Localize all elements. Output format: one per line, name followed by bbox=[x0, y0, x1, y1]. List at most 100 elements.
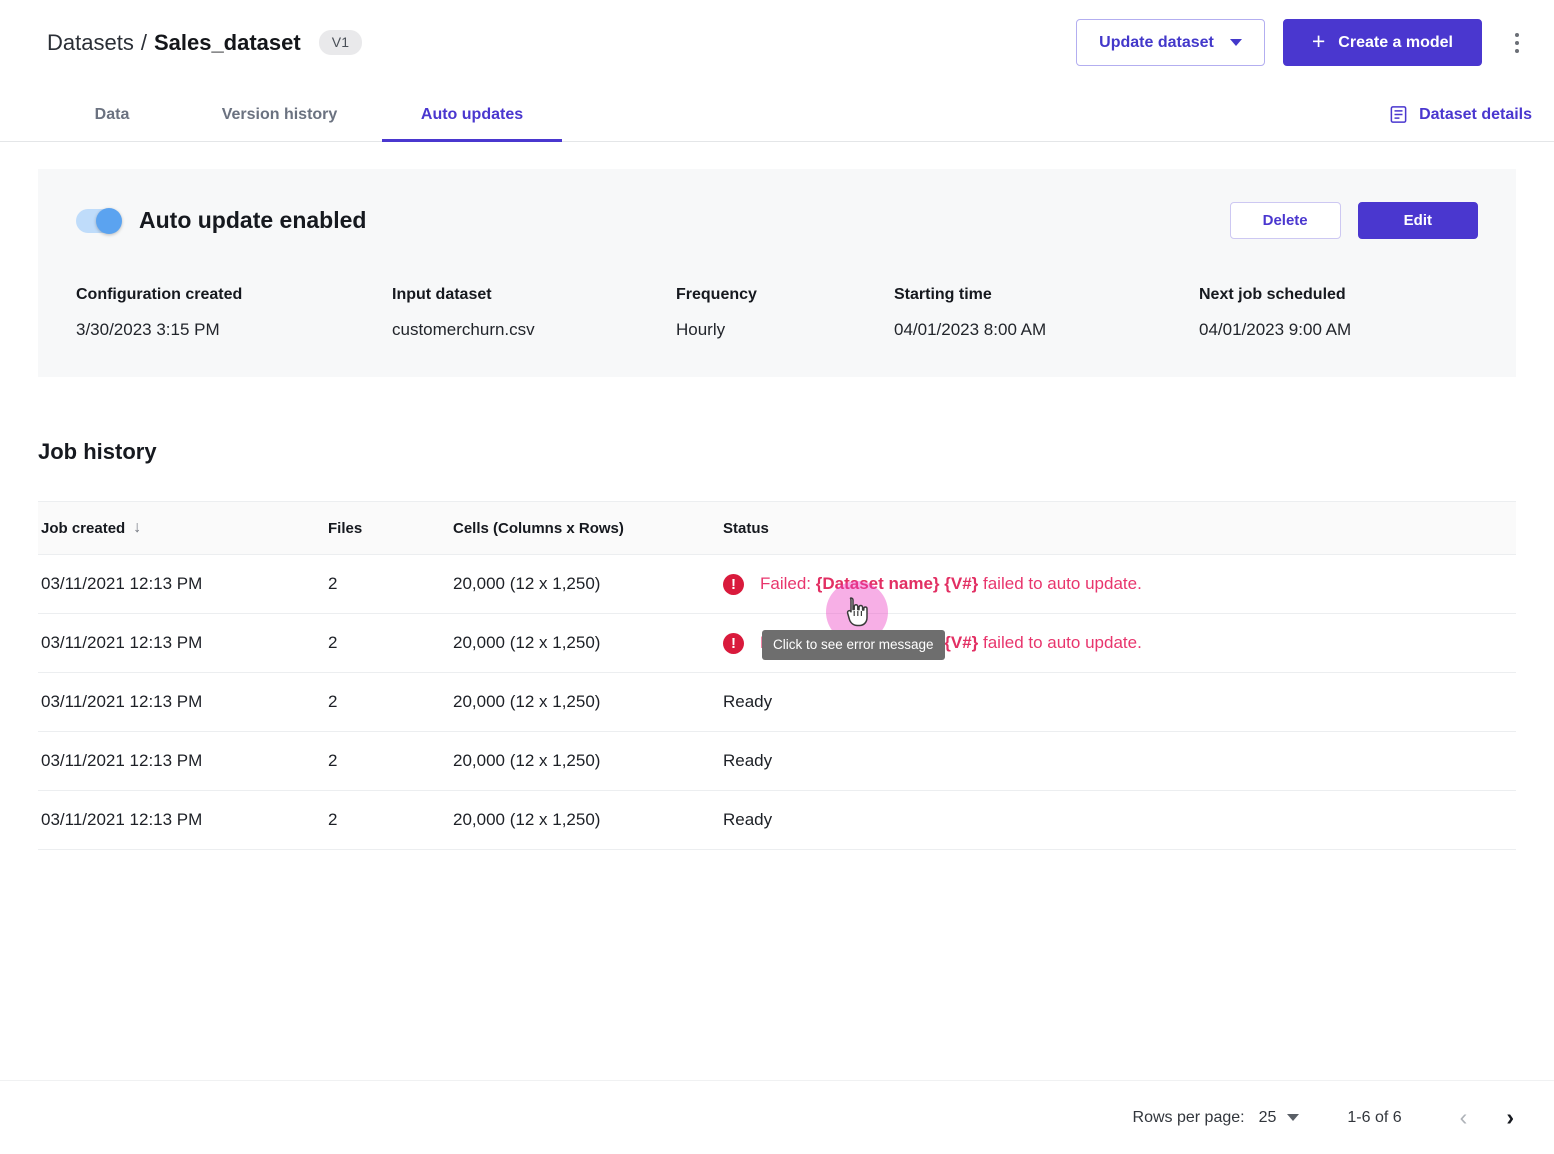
document-icon bbox=[1389, 105, 1408, 124]
cell-cells: 20,000 (12 x 1,250) bbox=[453, 751, 723, 771]
rows-per-page-value[interactable]: 25 bbox=[1259, 1109, 1277, 1127]
chevron-down-icon bbox=[1230, 39, 1242, 46]
kebab-menu-icon[interactable] bbox=[1502, 23, 1532, 63]
cell-files: 2 bbox=[328, 692, 453, 712]
status-prefix: Failed: bbox=[760, 633, 816, 652]
config-field-starting-time: Starting time 04/01/2023 8:00 AM bbox=[894, 286, 1199, 340]
config-field-label: Next job scheduled bbox=[1199, 286, 1478, 304]
pagination-footer: Rows per page: 25 1-6 of 6 ‹ › bbox=[0, 1080, 1554, 1154]
cell-cells: 20,000 (12 x 1,250) bbox=[453, 810, 723, 830]
kebab-dot bbox=[1515, 41, 1519, 45]
tab-auto-updates[interactable]: Auto updates bbox=[382, 106, 562, 141]
job-history-title: Job history bbox=[38, 439, 1516, 465]
cell-status: Ready bbox=[723, 692, 1516, 712]
table-row[interactable]: 03/11/2021 12:13 PM 2 20,000 (12 x 1,250… bbox=[38, 673, 1516, 732]
config-panel-header: Auto update enabled Delete Edit bbox=[76, 202, 1478, 239]
auto-update-toggle[interactable] bbox=[76, 209, 121, 233]
status-failed-link[interactable]: ! Failed: {Dataset name} {V#} failed to … bbox=[723, 633, 1516, 654]
table-row[interactable]: 03/11/2021 12:13 PM 2 20,000 (12 x 1,250… bbox=[38, 732, 1516, 791]
pagination-range-label: 1-6 of 6 bbox=[1347, 1109, 1401, 1127]
previous-page-button[interactable]: ‹ bbox=[1460, 1106, 1468, 1129]
cell-job-created: 03/11/2021 12:13 PM bbox=[38, 810, 328, 830]
config-field-frequency: Frequency Hourly bbox=[676, 286, 894, 340]
config-field-label: Frequency bbox=[676, 286, 894, 304]
kebab-dot bbox=[1515, 49, 1519, 53]
cell-job-created: 03/11/2021 12:13 PM bbox=[38, 692, 328, 712]
create-a-model-button[interactable]: + Create a model bbox=[1283, 19, 1482, 66]
dataset-details-label: Dataset details bbox=[1419, 106, 1532, 124]
version-badge: V1 bbox=[319, 30, 363, 55]
auto-update-status-title: Auto update enabled bbox=[139, 207, 366, 234]
error-icon: ! bbox=[723, 633, 744, 654]
rows-per-page-label: Rows per page: bbox=[1133, 1109, 1245, 1127]
cell-files: 2 bbox=[328, 574, 453, 594]
cell-status: ! Failed: {Dataset name} {V#} failed to … bbox=[723, 633, 1516, 654]
error-icon: ! bbox=[723, 574, 744, 595]
breadcrumb: Datasets / Sales_dataset V1 bbox=[47, 30, 362, 56]
cell-files: 2 bbox=[328, 810, 453, 830]
cell-cells: 20,000 (12 x 1,250) bbox=[453, 633, 723, 653]
status-dataset-token: {Dataset name} {V#} bbox=[816, 574, 979, 593]
status-suffix: failed to auto update. bbox=[978, 574, 1142, 593]
edit-button[interactable]: Edit bbox=[1358, 202, 1478, 239]
status-suffix: failed to auto update. bbox=[978, 633, 1142, 652]
breadcrumb-datasets-link[interactable]: Datasets bbox=[47, 30, 134, 56]
column-header-status: Status bbox=[723, 520, 1516, 537]
config-panel-actions: Delete Edit bbox=[1230, 202, 1478, 239]
kebab-dot bbox=[1515, 33, 1519, 37]
top-bar: Datasets / Sales_dataset V1 Update datas… bbox=[0, 0, 1554, 85]
tab-bar: Data Version history Auto updates Datase… bbox=[0, 85, 1554, 142]
tab-list: Data Version history Auto updates bbox=[47, 85, 562, 141]
config-field-label: Starting time bbox=[894, 286, 1199, 304]
cell-cells: 20,000 (12 x 1,250) bbox=[453, 692, 723, 712]
cell-job-created: 03/11/2021 12:13 PM bbox=[38, 633, 328, 653]
breadcrumb-current-dataset: Sales_dataset bbox=[154, 30, 301, 56]
config-field-input-dataset: Input dataset customerchurn.csv bbox=[392, 286, 676, 340]
create-a-model-label: Create a model bbox=[1338, 34, 1453, 52]
delete-button[interactable]: Delete bbox=[1230, 202, 1341, 239]
status-failed-text: Failed: {Dataset name} {V#} failed to au… bbox=[760, 633, 1142, 653]
sort-descending-icon: ↓ bbox=[133, 520, 141, 536]
next-page-button[interactable]: › bbox=[1506, 1106, 1514, 1129]
dataset-details-button[interactable]: Dataset details bbox=[1389, 105, 1532, 141]
update-dataset-button[interactable]: Update dataset bbox=[1076, 19, 1265, 66]
cell-status: Ready bbox=[723, 751, 1516, 771]
cell-files: 2 bbox=[328, 751, 453, 771]
column-header-files: Files bbox=[328, 520, 453, 537]
status-failed-link[interactable]: ! Failed: {Dataset name} {V#} failed to … bbox=[723, 574, 1516, 595]
cell-files: 2 bbox=[328, 633, 453, 653]
config-field-value: 04/01/2023 8:00 AM bbox=[894, 320, 1199, 340]
config-field-configuration-created: Configuration created 3/30/2023 3:15 PM bbox=[76, 286, 392, 340]
job-history-table: Job created ↓ Files Cells (Columns x Row… bbox=[38, 501, 1516, 850]
config-field-value: 3/30/2023 3:15 PM bbox=[76, 320, 392, 340]
table-row[interactable]: 03/11/2021 12:13 PM 2 20,000 (12 x 1,250… bbox=[38, 791, 1516, 850]
config-field-value: Hourly bbox=[676, 320, 894, 340]
auto-update-config-panel: Auto update enabled Delete Edit Configur… bbox=[38, 169, 1516, 377]
update-dataset-label: Update dataset bbox=[1099, 34, 1214, 52]
table-row[interactable]: 03/11/2021 12:13 PM 2 20,000 (12 x 1,250… bbox=[38, 614, 1516, 673]
column-header-cells: Cells (Columns x Rows) bbox=[453, 520, 723, 537]
table-row[interactable]: 03/11/2021 12:13 PM 2 20,000 (12 x 1,250… bbox=[38, 555, 1516, 614]
rows-per-page-chevron-down-icon[interactable] bbox=[1287, 1114, 1299, 1121]
tab-data[interactable]: Data bbox=[47, 106, 177, 141]
cell-status: Ready bbox=[723, 810, 1516, 830]
cell-cells: 20,000 (12 x 1,250) bbox=[453, 574, 723, 594]
column-header-job-created[interactable]: Job created ↓ bbox=[38, 520, 328, 537]
toggle-knob bbox=[96, 208, 122, 234]
config-field-next-job-scheduled: Next job scheduled 04/01/2023 9:00 AM bbox=[1199, 286, 1478, 340]
cell-job-created: 03/11/2021 12:13 PM bbox=[38, 751, 328, 771]
cell-job-created: 03/11/2021 12:13 PM bbox=[38, 574, 328, 594]
top-bar-actions: Update dataset + Create a model bbox=[1076, 19, 1532, 66]
config-field-value: 04/01/2023 9:00 AM bbox=[1199, 320, 1478, 340]
tab-version-history[interactable]: Version history bbox=[177, 106, 382, 141]
plus-icon: + bbox=[1312, 30, 1325, 53]
status-prefix: Failed: bbox=[760, 574, 816, 593]
config-field-label: Configuration created bbox=[76, 286, 392, 304]
column-header-label: Job created bbox=[41, 520, 125, 537]
cell-status: ! Failed: {Dataset name} {V#} failed to … bbox=[723, 574, 1516, 595]
table-header-row: Job created ↓ Files Cells (Columns x Row… bbox=[38, 501, 1516, 555]
config-field-label: Input dataset bbox=[392, 286, 676, 304]
breadcrumb-separator: / bbox=[141, 30, 147, 56]
config-fields-grid: Configuration created 3/30/2023 3:15 PM … bbox=[76, 286, 1478, 340]
status-failed-text: Failed: {Dataset name} {V#} failed to au… bbox=[760, 574, 1142, 594]
